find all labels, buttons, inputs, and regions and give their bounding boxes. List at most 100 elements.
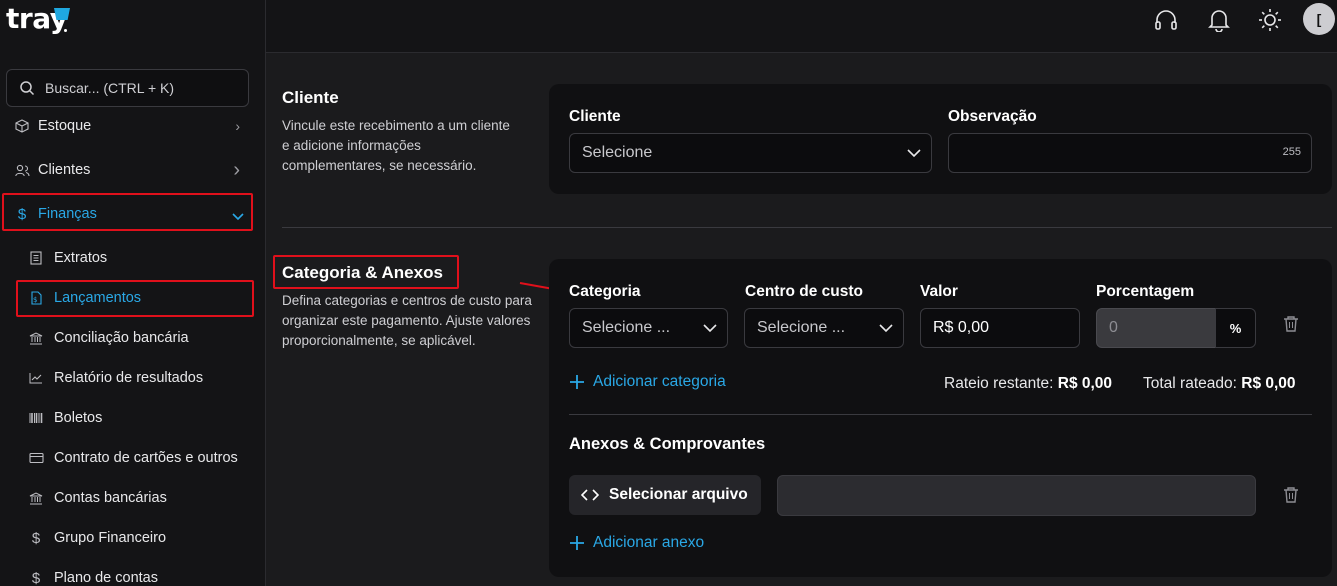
- dollar-icon: $: [17, 205, 27, 223]
- add-anexo-label: Adicionar anexo: [593, 534, 705, 551]
- categoria-select-value: Selecione ...: [582, 319, 671, 336]
- chevron-down-icon: [703, 320, 717, 341]
- porcentagem-field-value: 0: [1109, 319, 1118, 336]
- cliente-select[interactable]: Selecione: [569, 133, 932, 173]
- bell-icon[interactable]: [1205, 6, 1233, 34]
- observacao-label: Observação: [948, 108, 1037, 125]
- categoria-section-description: Defina categorias e centros de custo par…: [282, 293, 532, 348]
- plus-icon: [570, 375, 584, 389]
- trash-icon[interactable]: [1283, 486, 1299, 509]
- observacao-char-counter: 255: [1282, 146, 1301, 158]
- sidebar-item-label: Estoque: [38, 118, 92, 134]
- sidebar-item-label: Plano de contas: [54, 570, 158, 586]
- sidebar-item-label: Relatório de resultados: [54, 370, 204, 386]
- topbar: [: [266, 0, 1337, 53]
- categoria-card: Categoria Selecione ... Centro de custo …: [549, 259, 1332, 577]
- sidebar-item-financas[interactable]: $ Finanças: [0, 194, 265, 234]
- headset-icon[interactable]: [1152, 6, 1180, 34]
- sidebar-item-label: Contas bancárias: [54, 490, 167, 506]
- sidebar-item-boletos[interactable]: Boletos: [0, 398, 265, 438]
- categoria-select[interactable]: Selecione ...: [569, 308, 728, 348]
- centro-custo-label: Centro de custo: [745, 283, 863, 300]
- add-categoria-label: Adicionar categoria: [593, 373, 726, 390]
- search-placeholder: Buscar... (CTRL + K): [45, 80, 175, 96]
- sidebar-item-clientes[interactable]: Clientes ›: [0, 150, 265, 190]
- sun-icon[interactable]: [1256, 6, 1284, 34]
- users-icon: [14, 162, 30, 178]
- sidebar-item-label: Extratos: [54, 250, 108, 266]
- code-icon: [581, 489, 599, 501]
- dollar-icon: $: [31, 529, 41, 547]
- cliente-card: Cliente Selecione Observação 255: [549, 84, 1332, 194]
- plus-icon: [570, 536, 584, 550]
- select-file-label: Selecionar arquivo: [609, 486, 748, 503]
- cart-wheel-icon: [57, 29, 60, 32]
- cliente-label: Cliente: [569, 108, 621, 125]
- sidebar-item-label: Finanças: [38, 206, 97, 222]
- sidebar-item-lancamentos[interactable]: $ Lançamentos: [0, 278, 265, 318]
- cliente-select-value: Selecione: [582, 144, 653, 161]
- scroll-mask: [0, 107, 265, 118]
- rateio-restante-label: Rateio restante:: [944, 375, 1054, 392]
- chart-line-icon: [28, 370, 44, 386]
- total-rateado-label: Total rateado:: [1143, 375, 1237, 392]
- chevron-right-icon: ›: [233, 158, 240, 181]
- dollar-icon: $: [31, 569, 41, 586]
- avatar-initial: [: [1316, 11, 1322, 27]
- sidebar-item-extratos[interactable]: Extratos: [0, 238, 265, 278]
- categoria-label: Categoria: [569, 283, 641, 300]
- centro-custo-select-value: Selecione ...: [757, 319, 846, 336]
- bank-icon: [28, 330, 44, 346]
- sidebar-item-grupo-financeiro[interactable]: $ Grupo Financeiro: [0, 518, 265, 558]
- anexos-title: Anexos & Comprovantes: [569, 435, 766, 453]
- barcode-icon: [28, 410, 44, 426]
- sidebar-item-conciliacao[interactable]: Conciliação bancária: [0, 318, 265, 358]
- sidebar-item-plano-contas[interactable]: $ Plano de contas: [0, 558, 265, 586]
- svg-text:$: $: [33, 296, 37, 304]
- sidebar-item-label: Clientes: [38, 162, 91, 178]
- sidebar-item-label: Grupo Financeiro: [54, 530, 167, 546]
- percent-addon: %: [1215, 308, 1256, 348]
- avatar[interactable]: [: [1303, 3, 1335, 35]
- file-name-field[interactable]: [777, 475, 1256, 516]
- document-icon: [28, 250, 44, 266]
- sidebar-item-contas-bancarias[interactable]: Contas bancárias: [0, 478, 265, 518]
- chevron-right-icon: ›: [235, 118, 240, 134]
- trash-icon[interactable]: [1283, 315, 1299, 338]
- section-divider: [282, 227, 1332, 228]
- categoria-section-title: Categoria & Anexos: [282, 263, 443, 282]
- sidebar-item-label: Conciliação bancária: [54, 330, 189, 346]
- porcentagem-field[interactable]: 0: [1096, 308, 1216, 348]
- cliente-section-description: Vincule este recebimento a um cliente e …: [282, 118, 510, 173]
- cliente-section-title: Cliente: [282, 88, 339, 107]
- valor-field[interactable]: R$ 0,00: [920, 308, 1080, 348]
- centro-custo-select[interactable]: Selecione ...: [744, 308, 904, 348]
- sidebar-item-label: Lançamentos: [54, 290, 142, 306]
- card-divider: [569, 414, 1312, 415]
- total-rateado-value: R$ 0,00: [1241, 375, 1296, 392]
- app-root: tray Buscar... (CTRL + K) Estoque › Clie…: [0, 0, 1337, 586]
- sidebar-item-label: Contrato de cartões e outros: [54, 450, 238, 466]
- sidebar-item-label: Boletos: [54, 410, 103, 426]
- select-file-button[interactable]: Selecionar arquivo: [569, 475, 761, 515]
- credit-card-icon: [28, 450, 44, 466]
- sidebar-item-relatorio[interactable]: Relatório de resultados: [0, 358, 265, 398]
- observacao-field[interactable]: 255: [948, 133, 1312, 173]
- add-categoria-button[interactable]: Adicionar categoria: [569, 373, 726, 391]
- valor-label: Valor: [920, 283, 958, 300]
- porcentagem-label: Porcentagem: [1096, 283, 1195, 300]
- search-icon: [20, 81, 35, 96]
- search-input[interactable]: Buscar... (CTRL + K): [6, 69, 249, 107]
- cart-logo-icon: [54, 8, 70, 20]
- chevron-down-icon: [907, 145, 921, 166]
- box-icon: [14, 118, 30, 134]
- chevron-down-icon: [232, 208, 244, 224]
- cart-wheel-icon: [64, 29, 67, 32]
- rateio-restante: Rateio restante: R$ 0,00: [944, 375, 1112, 393]
- valor-field-value: R$ 0,00: [933, 319, 990, 336]
- sidebar-item-contrato-cartoes[interactable]: Contrato de cartões e outros: [0, 438, 265, 478]
- bank-icon: [28, 490, 44, 506]
- chevron-down-icon: [879, 320, 893, 341]
- add-anexo-button[interactable]: Adicionar anexo: [569, 534, 704, 552]
- file-dollar-icon: $: [28, 290, 44, 306]
